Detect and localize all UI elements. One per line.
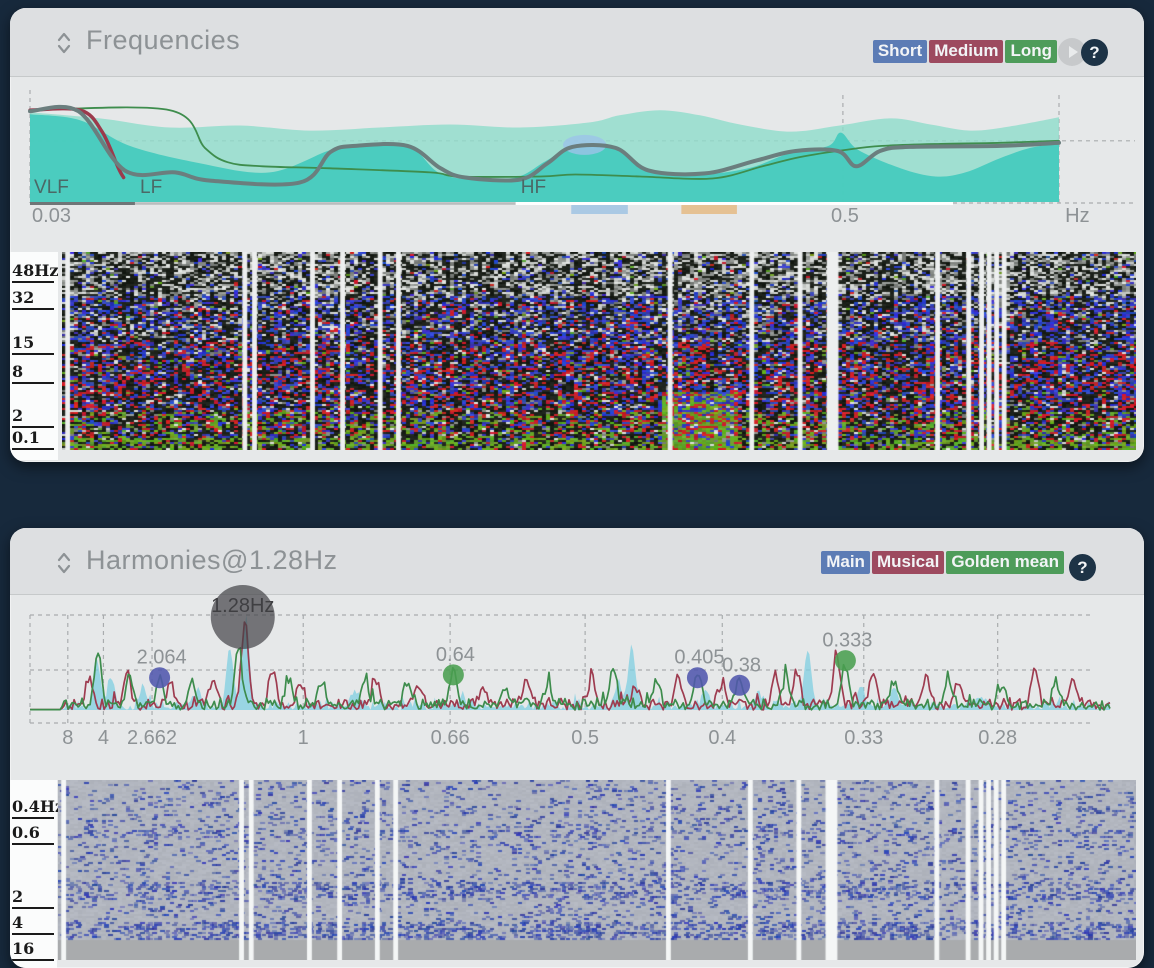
spectro-y-label: 2: [12, 406, 54, 428]
blue-band-bar[interactable]: [571, 205, 628, 214]
x-tick-label: Hz: [1065, 205, 1089, 227]
harmonies-panel: Harmonies@1.28Hz Main Musical Golden mea…: [10, 528, 1144, 968]
play-icon: [1069, 46, 1078, 58]
x-tick-label: 1: [298, 727, 309, 749]
help-button[interactable]: ?: [1081, 39, 1108, 66]
frequencies-spectrogram[interactable]: [62, 252, 1136, 450]
legend-short[interactable]: Short: [873, 40, 927, 63]
peak-label: 0.333: [822, 630, 872, 652]
frequencies-panel: Frequencies Short Medium Long ? VLF LF HF 0…: [10, 8, 1144, 462]
peak-marker[interactable]: [687, 667, 708, 688]
selected-peak-label: 1.28Hz: [211, 595, 274, 617]
spectro-y-label: 0.6: [12, 823, 54, 845]
peak-marker[interactable]: [835, 650, 856, 671]
harmonies-legend: Main Musical Golden mean: [819, 551, 1064, 574]
x-tick-label: 0.66: [431, 727, 470, 749]
spectro-y-label: 15: [12, 333, 54, 355]
peak-marker[interactable]: [149, 667, 170, 688]
page-title: Frequencies: [86, 25, 240, 56]
peak-label: 0.38: [722, 654, 761, 676]
spectro-y-label: 48Hz: [12, 261, 54, 283]
x-tick-label: 0.33: [844, 727, 883, 749]
frequencies-legend: Short Medium Long: [871, 40, 1057, 63]
x-tick-label: 0.5: [571, 727, 599, 749]
peak-marker[interactable]: [729, 675, 750, 696]
legend-musical[interactable]: Musical: [872, 551, 944, 574]
orange-band-bar[interactable]: [681, 205, 737, 214]
legend-long[interactable]: Long: [1005, 40, 1057, 63]
band-label: VLF: [34, 177, 69, 198]
spectro-y-label: 0.1: [12, 428, 54, 450]
harmonies-chart[interactable]: 1.28Hz 2.064 0.64 0.4050.38 0.333 8 4 2.662 1 0.6…: [10, 576, 1144, 760]
x-tick-label: 0.28: [978, 727, 1017, 749]
main-spectrum: [30, 615, 1110, 710]
peak-marker[interactable]: [443, 664, 464, 685]
x-tick-label: 0.4: [708, 727, 736, 749]
spectro-y-label: 2: [12, 887, 54, 909]
frequencies-spectrogram-axis: 48Hz 32 15 8 20.1: [10, 252, 58, 460]
page-title: Harmonies@1.28Hz: [86, 545, 338, 576]
peak-label: 2.064: [137, 647, 187, 669]
x-tick-label: 8: [62, 727, 73, 749]
collapse-expand-icon[interactable]: [56, 550, 72, 576]
frequencies-header: Frequencies Short Medium Long ?: [10, 8, 1144, 77]
legend-main[interactable]: Main: [821, 551, 870, 574]
legend-medium[interactable]: Medium: [929, 40, 1003, 63]
collapse-expand-icon[interactable]: [56, 30, 72, 56]
app-background: { "page": {"background": "#17293c"}, "pa…: [0, 0, 1154, 960]
spectro-y-label: 8: [12, 362, 54, 384]
x-tick-label: 0.03: [32, 205, 71, 227]
x-tick-label: 4: [98, 727, 109, 749]
spectro-y-label: 32: [12, 288, 54, 310]
harmonies-spectrogram[interactable]: [58, 780, 1136, 960]
spectro-y-label: 16: [12, 939, 54, 961]
spectro-y-label: 4: [12, 913, 54, 935]
band-label: HF: [521, 177, 546, 198]
harmonies-spectrogram-axis: 0.4Hz 0.6 2 4 16: [10, 780, 57, 968]
x-tick-label: 2.662: [127, 727, 177, 749]
peak-label: 0.405: [674, 647, 724, 669]
peak-label: 0.64: [436, 644, 475, 666]
legend-golden-mean[interactable]: Golden mean: [946, 551, 1064, 574]
band-label: LF: [140, 177, 162, 198]
frequencies-chart[interactable]: VLF LF HF 0.03 0.5 Hz: [10, 76, 1144, 252]
spectro-y-label: 0.4Hz: [12, 797, 54, 819]
x-tick-label: 0.5: [831, 205, 859, 227]
